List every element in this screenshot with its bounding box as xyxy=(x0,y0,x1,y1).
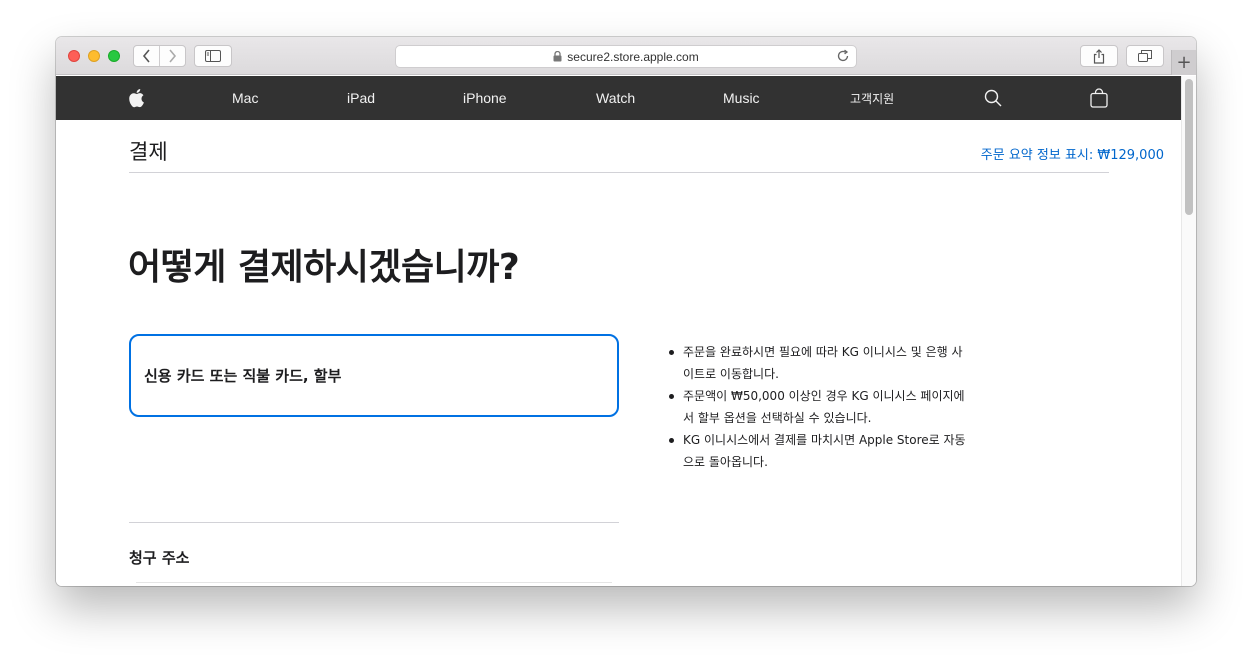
chevron-right-icon xyxy=(169,49,177,63)
share-button[interactable] xyxy=(1080,45,1118,67)
minimize-window-button[interactable] xyxy=(88,50,100,62)
payment-headline: 어떻게 결제하시겠습니까? xyxy=(128,247,520,288)
page-title: 결제 xyxy=(129,140,168,164)
checkout-page: 결제 주문 요약 정보 표시: ₩129,000 어떻게 결제하시겠습니까? 신… xyxy=(56,120,1181,586)
nav-item-iphone[interactable]: iPhone xyxy=(463,76,507,120)
back-button[interactable] xyxy=(134,46,159,66)
url-text: secure2.store.apple.com xyxy=(567,49,699,64)
forward-button[interactable] xyxy=(160,46,185,66)
list-item: KG 이니시스에서 결제를 마치시면 Apple Store로 자동으로 돌아옵… xyxy=(668,429,968,473)
apple-logo-icon[interactable] xyxy=(129,76,145,120)
payment-option-card[interactable]: 신용 카드 또는 직불 카드, 할부 xyxy=(129,334,619,417)
nav-item-mac[interactable]: Mac xyxy=(232,76,258,120)
section-divider xyxy=(129,522,619,523)
nav-item-watch[interactable]: Watch xyxy=(596,76,635,120)
reload-icon[interactable] xyxy=(836,49,850,66)
show-tabs-button[interactable] xyxy=(1126,45,1164,67)
tabs-overview-icon xyxy=(1138,50,1152,62)
billing-address-heading: 청구 주소 xyxy=(129,549,190,567)
shopping-bag-icon[interactable] xyxy=(1090,76,1108,120)
new-tab-button[interactable]: + xyxy=(1171,50,1196,75)
browser-toolbar: secure2.store.apple.com + xyxy=(56,37,1196,75)
zoom-window-button[interactable] xyxy=(108,50,120,62)
list-item: 주문을 완료하시면 필요에 따라 KG 이니시스 및 은행 사이트로 이동합니다… xyxy=(668,341,968,385)
scrollbar-thumb[interactable] xyxy=(1185,79,1193,215)
order-summary-link[interactable]: 주문 요약 정보 표시: ₩129,000 xyxy=(981,144,1164,163)
billing-form-edge xyxy=(136,582,612,586)
list-item: 주문액이 ₩50,000 이상인 경우 KG 이니시스 페이지에서 할부 옵션을… xyxy=(668,385,968,429)
close-window-button[interactable] xyxy=(68,50,80,62)
nav-item-music[interactable]: Music xyxy=(723,76,760,120)
chevron-left-icon xyxy=(142,49,150,63)
browser-window: secure2.store.apple.com + Mac iPad iPhon… xyxy=(56,37,1196,586)
apple-global-nav: Mac iPad iPhone Watch Music 고객지원 xyxy=(56,76,1181,120)
plus-icon: + xyxy=(1176,52,1192,73)
nav-item-support[interactable]: 고객지원 xyxy=(850,76,894,120)
payment-option-label: 신용 카드 또는 직불 카드, 할부 xyxy=(144,367,342,385)
nav-item-ipad[interactable]: iPad xyxy=(347,76,375,120)
address-bar[interactable]: secure2.store.apple.com xyxy=(395,45,857,68)
vertical-scrollbar[interactable] xyxy=(1181,76,1196,586)
header-divider xyxy=(129,172,1109,173)
lock-icon xyxy=(553,51,562,62)
payment-info-list: 주문을 완료하시면 필요에 따라 KG 이니시스 및 은행 사이트로 이동합니다… xyxy=(668,341,968,473)
sidebar-icon xyxy=(205,50,221,62)
history-nav xyxy=(133,45,186,67)
sidebar-toggle-button[interactable] xyxy=(194,45,232,67)
search-icon[interactable] xyxy=(984,76,1002,120)
share-icon xyxy=(1093,48,1105,64)
